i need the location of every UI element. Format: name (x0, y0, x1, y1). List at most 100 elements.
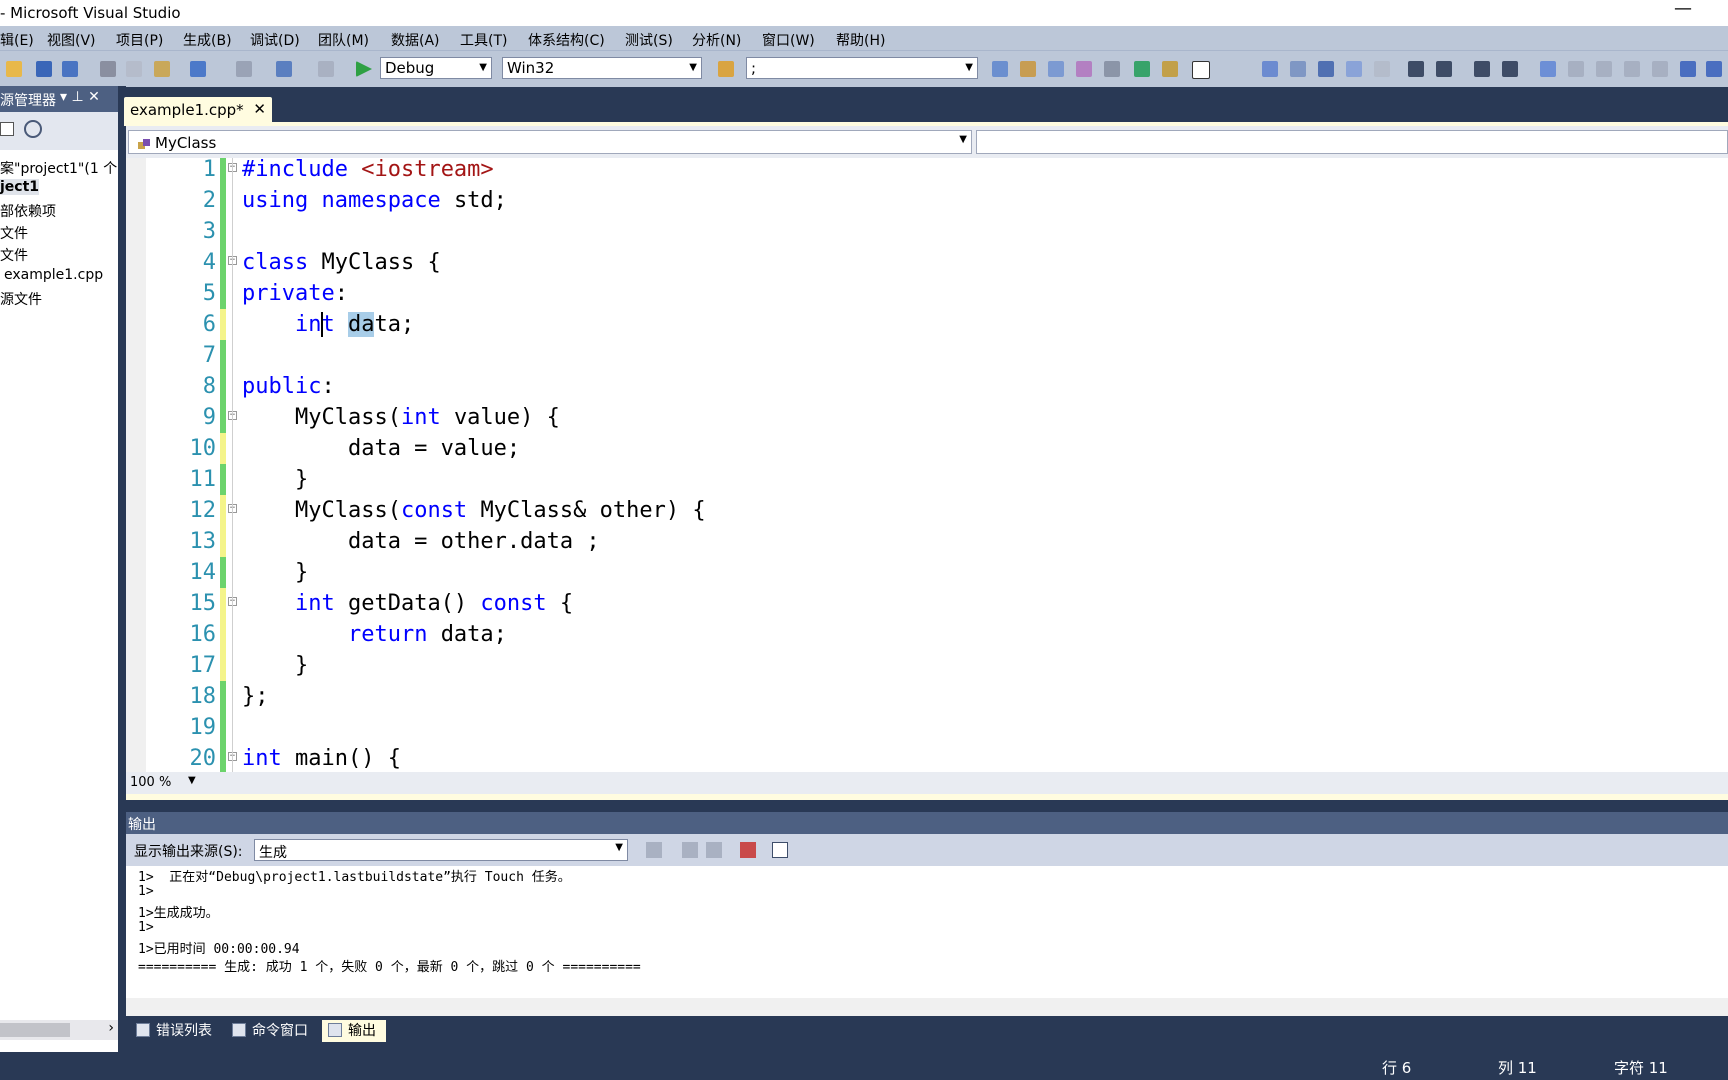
menu-window[interactable]: 窗口(W) (762, 30, 815, 50)
clear-all-icon[interactable] (740, 842, 756, 858)
find-combo[interactable]: ; ▼ (746, 57, 978, 79)
navigate-forward-icon[interactable] (318, 61, 334, 77)
code-line[interactable]: 11 } (126, 464, 1728, 495)
paste-icon[interactable] (154, 61, 170, 77)
scroll-thumb[interactable] (0, 1023, 70, 1037)
command-window-icon[interactable] (1192, 61, 1210, 79)
code-line[interactable]: 3 (126, 216, 1728, 247)
code-line[interactable]: 17 } (126, 650, 1728, 681)
code-line[interactable]: 14 } (126, 557, 1728, 588)
go-to-definition-icon[interactable] (1318, 61, 1334, 77)
code-line[interactable]: 5 private: (126, 278, 1728, 309)
bookmark-next-icon[interactable] (1596, 61, 1612, 77)
tab-output[interactable]: 输出 (322, 1020, 386, 1042)
menu-build[interactable]: 生成(B) (183, 30, 232, 50)
code-line[interactable]: 18}; (126, 681, 1728, 712)
output-source-select[interactable]: 生成 ▼ (254, 839, 628, 861)
code-line[interactable]: 6 int data; (126, 309, 1728, 340)
code-line[interactable]: 12− MyClass(const MyClass& other) { (126, 495, 1728, 526)
rename-icon[interactable] (1346, 61, 1362, 77)
comment-icon[interactable] (1262, 61, 1278, 77)
menu-project[interactable]: 项目(P) (116, 30, 163, 50)
solution-config-select[interactable]: Debug ▼ (380, 57, 492, 79)
toolbar-overflow-icon[interactable] (1706, 61, 1722, 77)
tree-resource-files[interactable]: 源文件 (0, 289, 42, 309)
menu-data[interactable]: 数据(A) (391, 30, 440, 50)
extension-manager-icon[interactable] (1134, 61, 1150, 77)
find-in-files-icon[interactable] (718, 61, 734, 77)
panel-splitter[interactable] (118, 86, 126, 1080)
object-browser-icon[interactable] (1048, 61, 1064, 77)
show-all-files-icon[interactable] (0, 122, 14, 136)
menu-debug[interactable]: 调试(D) (250, 30, 300, 50)
class-view-icon[interactable] (1162, 61, 1178, 77)
save-icon[interactable] (36, 61, 52, 77)
undo-icon[interactable] (190, 61, 206, 77)
menu-analyze[interactable]: 分析(N) (692, 30, 741, 50)
output-hscroll[interactable] (126, 998, 1728, 1016)
bookmark-icon[interactable] (1290, 61, 1306, 77)
tab-command-window[interactable]: 命令窗口 (226, 1020, 316, 1042)
solution-platform-select[interactable]: Win32 ▼ (502, 57, 702, 79)
redo-icon[interactable] (236, 61, 252, 77)
tab-example1-cpp[interactable]: example1.cpp* ✕ (124, 97, 272, 123)
bookmark-prev-folder-icon[interactable] (1624, 61, 1640, 77)
increase-indent-icon[interactable] (1436, 61, 1452, 77)
code-line[interactable]: 7 (126, 340, 1728, 371)
tree-solution[interactable]: 案"project1"(1 个 (0, 158, 117, 178)
close-icon[interactable]: ✕ (253, 100, 266, 118)
menu-help[interactable]: 帮助(H) (836, 30, 885, 50)
menu-view[interactable]: 视图(V) (47, 30, 96, 50)
minimize-button[interactable]: — (1674, 0, 1692, 19)
save-all-icon[interactable] (62, 61, 78, 77)
chevron-right-icon[interactable]: › (108, 1020, 114, 1036)
menu-edit[interactable]: 辑(E) (0, 30, 34, 50)
chevron-down-icon[interactable]: ▼ (188, 775, 196, 786)
decrease-indent-icon[interactable] (1408, 61, 1424, 77)
code-line[interactable]: 10 data = value; (126, 433, 1728, 464)
code-editor[interactable]: 1−#include <iostream> 2 using namespace st… (126, 158, 1728, 772)
code-line[interactable]: 13 data = other.data ; (126, 526, 1728, 557)
menu-architecture[interactable]: 体系结构(C) (528, 30, 605, 50)
code-line[interactable]: 20−int main() { (126, 743, 1728, 772)
tree-project[interactable]: ject1 (0, 179, 40, 195)
comment-lines-icon[interactable] (1474, 61, 1490, 77)
uncomment-lines-icon[interactable] (1502, 61, 1518, 77)
member-dropdown[interactable] (976, 130, 1728, 154)
clipboard-icon[interactable] (1374, 61, 1390, 77)
tree-file-example1[interactable]: example1.cpp (4, 267, 103, 283)
tools-icon[interactable] (1104, 61, 1120, 77)
find-prev-message-icon[interactable] (682, 842, 698, 858)
code-line[interactable]: 8 public: (126, 371, 1728, 402)
zoom-level[interactable]: 100 % (130, 775, 171, 790)
menu-tools[interactable]: 工具(T) (460, 30, 507, 50)
search-icon[interactable] (24, 120, 42, 138)
code-line[interactable]: 9− MyClass(int value) { (126, 402, 1728, 433)
find-next-message-icon[interactable] (706, 842, 722, 858)
word-wrap-icon[interactable] (772, 842, 788, 858)
menu-team[interactable]: 团队(M) (318, 30, 369, 50)
panel-controls[interactable]: ▾ ⊥ ✕ (60, 89, 100, 105)
properties-icon[interactable] (1020, 61, 1036, 77)
code-line[interactable]: 19 (126, 712, 1728, 743)
bookmark-toggle-icon[interactable] (1540, 61, 1556, 77)
tree-header-files[interactable]: 文件 (0, 223, 28, 243)
code-line[interactable]: 16 return data; (126, 619, 1728, 650)
cut-icon[interactable] (100, 61, 116, 77)
output-text-area[interactable]: 1> 正在对“Debug\project1.lastbuildstate”执行 … (126, 866, 1728, 998)
toolbox-icon[interactable] (1076, 61, 1092, 77)
tab-error-list[interactable]: 错误列表 (130, 1020, 220, 1042)
tree-source-files[interactable]: 文件 (0, 245, 28, 265)
bookmark-prev-icon[interactable] (1568, 61, 1584, 77)
solution-explorer-hscroll[interactable]: › (0, 1020, 118, 1040)
navigate-back-icon[interactable] (276, 61, 292, 77)
bookmark-next-folder-icon[interactable] (1652, 61, 1668, 77)
solution-explorer-icon[interactable] (992, 61, 1008, 77)
copy-icon[interactable] (126, 61, 142, 77)
goto-next-icon[interactable] (646, 842, 662, 858)
code-line[interactable]: 2 using namespace std; (126, 185, 1728, 216)
bookmark-clear-icon[interactable] (1680, 61, 1696, 77)
tree-external-deps[interactable]: 部依赖项 (0, 201, 56, 221)
code-line[interactable]: 4−class MyClass { (126, 247, 1728, 278)
code-line[interactable]: 15− int getData() const { (126, 588, 1728, 619)
